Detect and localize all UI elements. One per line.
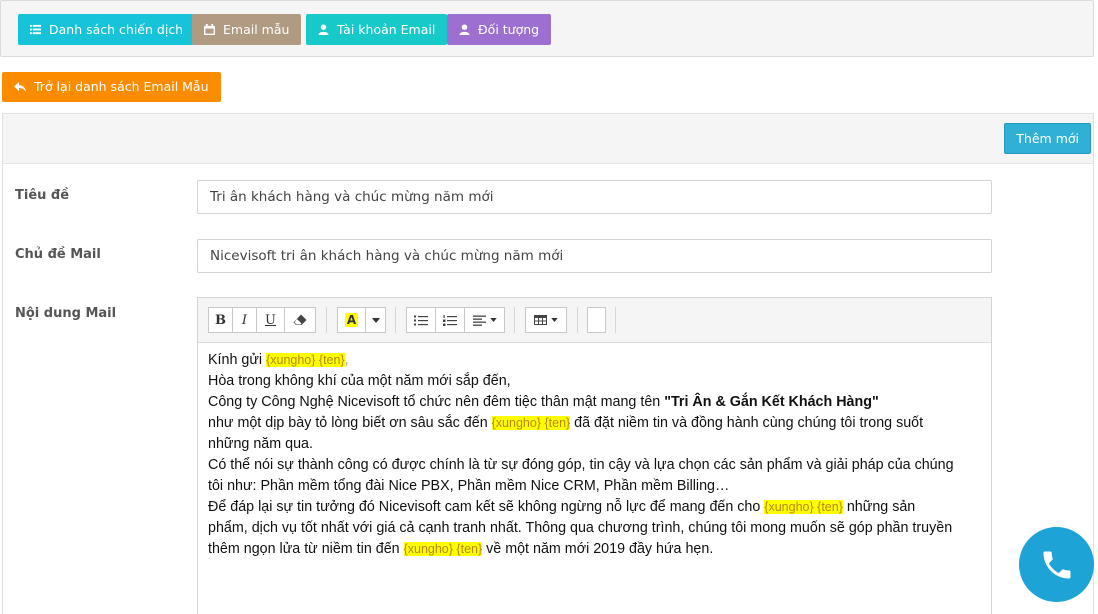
- placeholder-tag: {xungho}: [403, 542, 453, 556]
- title-input[interactable]: Tri ân khách hàng và chúc mừng năm mới: [197, 180, 992, 214]
- top-nav-bar: Danh sách chiến dịch Email mẫu Tài khoản…: [0, 0, 1094, 57]
- user-icon: [318, 24, 329, 35]
- font-color-dropdown[interactable]: [365, 307, 386, 333]
- phone-icon: [1043, 551, 1070, 578]
- placeholder-tag: {xungho}: [764, 500, 814, 514]
- templates-button[interactable]: Email mẫu: [192, 14, 302, 45]
- body-text: ,: [344, 352, 349, 368]
- title-label: Tiêu đề: [15, 188, 70, 203]
- back-to-templates-button[interactable]: Trở lại danh sách Email Mẫu: [2, 72, 221, 102]
- email-accounts-label: Tài khoản Email: [337, 22, 436, 37]
- italic-button[interactable]: I: [232, 307, 257, 333]
- body-text: đã đặt niềm tin và đồng hành cùng chúng …: [570, 415, 924, 431]
- toolbar-separator: [514, 307, 515, 333]
- body-text: như một dịp bày tỏ lòng biết ơn sâu sắc …: [208, 415, 492, 431]
- panel-header: Thêm mới: [3, 114, 1093, 164]
- placeholder-tag: {ten}: [456, 542, 483, 556]
- template-form-panel: Thêm mới Tiêu đề Tri ân khách hàng và ch…: [2, 113, 1094, 614]
- reply-icon: [14, 82, 26, 92]
- bold-icon: B: [215, 312, 226, 328]
- placeholder-tag: {ten}: [544, 416, 571, 430]
- body-line: phẩm, dịch vụ tốt nhất với giá cả cạnh t…: [208, 520, 953, 536]
- clear-format-button[interactable]: [284, 307, 316, 333]
- caret-down-icon: [551, 318, 558, 322]
- audience-label: Đối tượng: [478, 22, 540, 37]
- font-color-button[interactable]: A: [337, 307, 366, 333]
- mail-body[interactable]: Kính gửi {xungho} {ten}, Hòa trong không…: [208, 350, 983, 560]
- toolbar-separator: [326, 307, 327, 333]
- body-text: Công ty Công Nghệ Nicevisoft tổ chức nên…: [208, 394, 665, 410]
- body-text: Để đáp lại sự tin tưởng đó Nicevisoft ca…: [208, 499, 765, 515]
- subject-input[interactable]: Nicevisoft tri ân khách hàng và chúc mừn…: [197, 239, 992, 273]
- ordered-list-button[interactable]: [435, 307, 465, 333]
- body-line: những năm qua.: [208, 436, 313, 452]
- event-name: "Tri Ân & Gắn Kết Khách Hàng": [664, 394, 879, 410]
- bold-button[interactable]: B: [208, 307, 233, 333]
- body-text: về một năm mới 2019 đầy hứa hẹn.: [482, 541, 714, 557]
- caret-down-icon: [489, 318, 497, 322]
- underline-icon: U: [265, 312, 276, 328]
- align-button[interactable]: [464, 307, 505, 333]
- toolbar-separator: [615, 307, 616, 333]
- toolbar-separator: [395, 307, 396, 333]
- table-button[interactable]: [525, 307, 567, 333]
- editor-toolbar: B I U A: [198, 298, 991, 343]
- placeholder-tag: {xungho}: [491, 416, 541, 430]
- table-icon: [534, 315, 547, 325]
- body-line: Có thể nói sự thành công có được chính l…: [208, 457, 954, 473]
- italic-icon: I: [241, 312, 248, 328]
- list-icon: [30, 24, 41, 35]
- body-line: thêm ngọn lửa từ niềm tin đến {xungho} {…: [208, 539, 983, 560]
- email-accounts-button[interactable]: Tài khoản Email: [306, 14, 448, 45]
- call-button[interactable]: [1019, 527, 1094, 602]
- align-icon: [472, 315, 486, 326]
- rich-text-editor[interactable]: B I U A Kính gửi {xungho} {ten}, Hòa tro…: [197, 297, 992, 614]
- campaigns-button[interactable]: Danh sách chiến dịch: [18, 14, 196, 45]
- body-line: tôi như: Phần mềm tổng đài Nice PBX, Phầ…: [208, 478, 730, 494]
- user-icon: [459, 24, 470, 35]
- placeholder-tag: {xungho}: [266, 353, 316, 367]
- placeholder-tag: {ten}: [817, 500, 843, 514]
- content-label: Nội dung Mail: [15, 306, 117, 321]
- body-text: Kính gửi: [208, 352, 267, 368]
- body-line: Kính gửi {xungho} {ten},: [208, 350, 983, 371]
- font-color-icon: A: [344, 313, 359, 327]
- body-line: như một dịp bày tỏ lòng biết ơn sâu sắc …: [208, 413, 983, 434]
- calendar-icon: [204, 24, 215, 35]
- templates-label: Email mẫu: [223, 22, 290, 37]
- toolbar-separator: [577, 307, 578, 333]
- body-line: Công ty Công Nghệ Nicevisoft tổ chức nên…: [208, 392, 983, 413]
- subject-label: Chủ đề Mail: [15, 247, 101, 262]
- campaigns-label: Danh sách chiến dịch: [49, 22, 184, 37]
- caret-down-icon: [371, 317, 380, 323]
- source-code-button[interactable]: [587, 307, 606, 333]
- body-line: Để đáp lại sự tin tưởng đó Nicevisoft ca…: [208, 497, 983, 518]
- body-text: thêm ngọn lửa từ niềm tin đến: [208, 541, 404, 557]
- unordered-list-button[interactable]: [406, 307, 436, 333]
- ordered-list-icon: [443, 314, 457, 326]
- back-label: Trở lại danh sách Email Mẫu: [34, 79, 209, 94]
- body-line: Hòa trong không khí của một năm mới sắp …: [208, 373, 511, 389]
- unordered-list-icon: [414, 315, 428, 325]
- body-text: những sản: [842, 499, 916, 515]
- add-new-button[interactable]: Thêm mới: [1004, 123, 1091, 154]
- placeholder-tag: {ten}: [318, 353, 345, 367]
- eraser-icon: [293, 314, 307, 325]
- audience-button[interactable]: Đối tượng: [447, 14, 552, 45]
- underline-button[interactable]: U: [256, 307, 285, 333]
